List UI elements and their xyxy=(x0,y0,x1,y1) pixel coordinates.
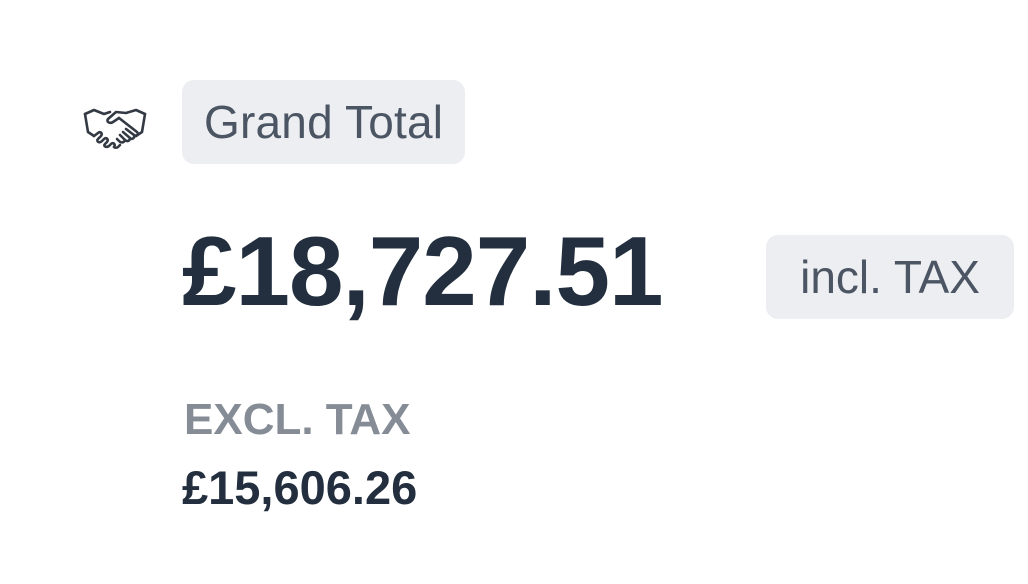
grand-total-title-badge: Grand Total xyxy=(182,80,466,164)
grand-total-amount: £18,727.51 xyxy=(182,216,663,326)
incl-tax-badge: incl. TAX xyxy=(766,235,1014,319)
excl-tax-label: EXCL. TAX xyxy=(184,395,411,444)
handshake-icon xyxy=(82,102,148,150)
excl-tax-amount: £15,606.26 xyxy=(182,461,418,514)
grand-total-title: Grand Total xyxy=(204,96,444,148)
incl-tax-label: incl. TAX xyxy=(800,251,980,303)
